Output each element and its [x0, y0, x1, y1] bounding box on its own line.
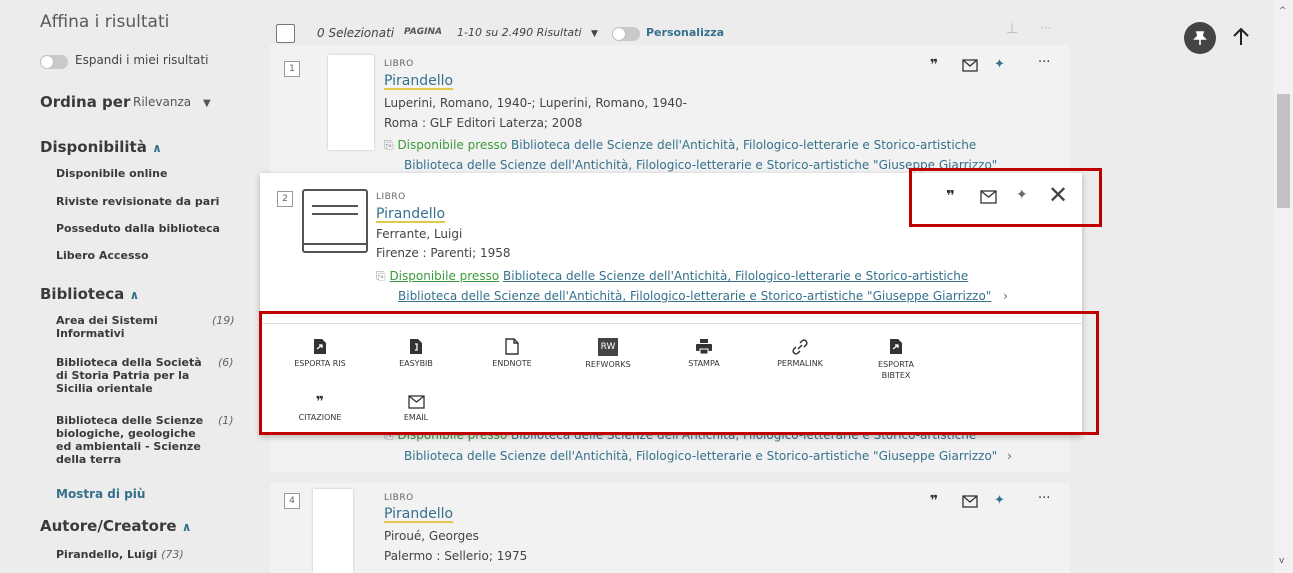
facet-count: (1) — [218, 414, 234, 427]
page-range: 1-10 su 2.490 Risultati — [457, 26, 582, 39]
availability-library: Biblioteca delle Scienze dell'Antichità,… — [503, 269, 969, 283]
personalize-toggle[interactable] — [612, 27, 640, 41]
result-number: 1 — [284, 61, 300, 77]
result-type: LIBRO — [376, 192, 406, 202]
select-all-checkbox[interactable] — [276, 24, 295, 43]
facet-open-access[interactable]: Libero Accesso — [56, 249, 149, 262]
personalize-label: Personalizza — [646, 26, 725, 39]
pin-button[interactable] — [1184, 22, 1216, 54]
page-scrollbar[interactable]: ^ v — [1274, 0, 1293, 573]
highlight-box-header-actions — [909, 168, 1102, 227]
availability-heading[interactable]: Disponibilità ∧ — [40, 138, 162, 156]
more-options-icon[interactable]: ··· — [1038, 55, 1050, 70]
scroll-down-arrow-icon[interactable]: v — [1279, 556, 1284, 566]
book-thumbnail[interactable] — [313, 489, 353, 573]
result-type: LIBRO — [384, 493, 414, 503]
facet-author-item[interactable]: Pirandello, Luigi (73) — [56, 548, 184, 561]
facet-library-item[interactable]: Area dei Sistemi Informativi — [56, 314, 196, 340]
show-more-link[interactable]: Mostra di più — [56, 487, 145, 501]
result-authors: Ferrante, Luigi — [376, 227, 463, 241]
chevron-right-icon: › — [1007, 449, 1012, 463]
highlight-box-export-actions — [259, 311, 1099, 435]
sort-value: Rilevanza — [133, 95, 192, 109]
result-authors: Luperini, Romano, 1940-; Luperini, Roman… — [384, 96, 687, 110]
chevron-up-icon: ∧ — [129, 288, 140, 302]
book-shelf-icon: ⎘ — [384, 138, 394, 152]
citation-icon[interactable]: ❞ — [930, 493, 938, 509]
chevron-up-icon: ∧ — [152, 141, 162, 155]
facet-library-item[interactable]: Biblioteca delle Scienze biologiche, geo… — [56, 414, 206, 466]
chevron-up-icon: ∧ — [181, 520, 192, 534]
result-number: 4 — [284, 493, 300, 509]
back-to-top-button[interactable] — [1230, 25, 1252, 53]
email-icon[interactable] — [962, 57, 978, 76]
more-options-icon[interactable]: ··· — [1040, 21, 1051, 35]
caret-down-icon: ▼ — [202, 98, 211, 109]
facet-peer-reviewed[interactable]: Riviste revisionate da pari — [56, 195, 219, 208]
sidebar-title: Affina i risultati — [40, 12, 170, 32]
availability-library-name: Biblioteca delle Scienze dell'Antichità,… — [398, 289, 992, 303]
facet-count: (73) — [161, 548, 184, 561]
availability-library-link[interactable]: Biblioteca delle Scienze dell'Antichità,… — [404, 449, 1012, 463]
book-shelf-icon: ⎘ — [376, 269, 386, 283]
availability-status: Disponibile presso — [397, 138, 508, 152]
library-heading-label: Biblioteca — [40, 285, 125, 303]
result-publisher: Roma : GLF Editori Laterza; 2008 — [384, 116, 583, 130]
availability-library: Biblioteca delle Scienze dell'Antichità,… — [511, 138, 977, 152]
result-number: 2 — [277, 191, 293, 207]
expand-results-toggle[interactable] — [40, 55, 68, 69]
result-title[interactable]: Pirandello — [384, 73, 453, 89]
selected-count: 0 Selezionati — [317, 26, 395, 40]
facet-count: (6) — [218, 356, 234, 369]
author-heading-label: Autore/Creatore — [40, 517, 177, 535]
author-heading[interactable]: Autore/Creatore ∧ — [40, 517, 192, 535]
facets-sidebar: Affina i risultati Espandi i miei risult… — [0, 0, 262, 573]
caret-down-icon: ▼ — [591, 29, 598, 39]
email-icon[interactable] — [962, 493, 978, 512]
citation-icon[interactable]: ❞ — [930, 57, 938, 73]
pin-icon[interactable]: ✦ — [994, 57, 1005, 72]
availability-library-name: Biblioteca delle Scienze dell'Antichità,… — [404, 449, 998, 463]
availability-line[interactable]: ⎘ Disponibile presso Biblioteca delle Sc… — [376, 269, 968, 284]
page-range-select[interactable]: 1-10 su 2.490 Risultati ▼ — [457, 26, 598, 39]
scrollbar-thumb[interactable] — [1277, 94, 1290, 208]
result-card[interactable]: 4 LIBRO Pirandello Piroué, Georges Paler… — [270, 483, 1070, 573]
scroll-up-arrow-icon[interactable]: ^ — [1279, 6, 1287, 16]
result-publisher: Palermo : Sellerio; 1975 — [384, 549, 528, 563]
facet-library-item[interactable]: Biblioteca della Società di Storia Patri… — [56, 356, 206, 395]
expand-results-label: Espandi i miei risultati — [75, 53, 209, 67]
availability-line[interactable]: ⎘ Disponibile presso Biblioteca delle Sc… — [384, 138, 976, 153]
pin-icon[interactable]: ✦ — [994, 493, 1005, 508]
facet-author-label: Pirandello, Luigi — [56, 548, 158, 561]
result-type: LIBRO — [384, 59, 414, 69]
library-heading[interactable]: Biblioteca ∧ — [40, 285, 139, 303]
book-icon — [302, 189, 368, 253]
facet-held-by-library[interactable]: Posseduto dalla biblioteca — [56, 222, 220, 235]
arrow-up-icon — [1233, 27, 1249, 45]
availability-heading-label: Disponibilità — [40, 138, 147, 156]
page-label: PAGINA — [404, 27, 442, 37]
result-authors: Piroué, Georges — [384, 529, 479, 543]
result-publisher: Firenze : Parenti; 1958 — [376, 246, 511, 260]
pin-icon — [1193, 31, 1207, 45]
sort-select[interactable]: Rilevanza ▼ — [133, 95, 211, 109]
pin-icon[interactable]: ⊥ — [1006, 21, 1018, 37]
results-toolbar: 0 Selezionati PAGINA 1-10 su 2.490 Risul… — [270, 5, 1070, 45]
facet-available-online[interactable]: Disponibile online — [56, 167, 167, 180]
result-title[interactable]: Pirandello — [384, 506, 453, 522]
more-options-icon[interactable]: ··· — [1038, 491, 1050, 506]
availability-library-link[interactable]: Biblioteca delle Scienze dell'Antichità,… — [398, 289, 1008, 303]
facet-count: (19) — [212, 314, 235, 327]
availability-status: Disponibile presso — [389, 269, 500, 283]
sort-label: Ordina per — [40, 93, 131, 111]
book-thumbnail[interactable] — [328, 55, 374, 150]
chevron-right-icon: › — [1003, 289, 1008, 303]
result-card[interactable]: 1 LIBRO Pirandello Luperini, Romano, 194… — [270, 45, 1070, 175]
result-title[interactable]: Pirandello — [376, 206, 445, 222]
